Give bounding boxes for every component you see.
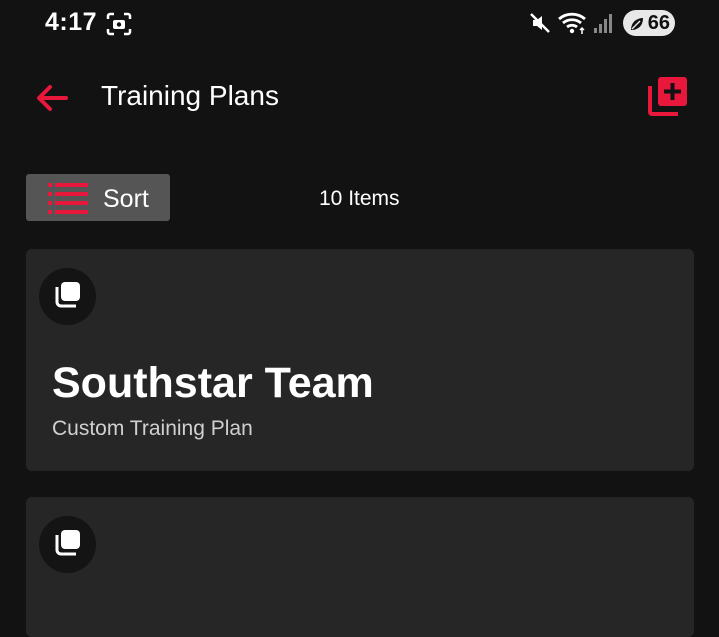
sort-button[interactable]: Sort bbox=[26, 174, 170, 221]
copy-icon bbox=[53, 527, 83, 562]
back-arrow-icon bbox=[32, 85, 72, 122]
status-time: 4:17 bbox=[45, 8, 98, 36]
back-button[interactable] bbox=[32, 78, 72, 118]
plan-card[interactable]: Southstar Team Custom Training Plan bbox=[26, 249, 694, 471]
status-bar: 4:17 66 bbox=[0, 0, 719, 46]
mute-icon bbox=[528, 11, 552, 40]
plan-card[interactable] bbox=[26, 497, 694, 637]
battery-level: 66 bbox=[647, 11, 670, 34]
add-plan-button[interactable] bbox=[646, 74, 690, 118]
app-bar: Training Plans bbox=[0, 60, 719, 135]
wifi-icon bbox=[557, 10, 589, 41]
plan-title: Southstar Team bbox=[52, 359, 374, 407]
plan-subtitle: Custom Training Plan bbox=[52, 417, 253, 440]
sort-label: Sort bbox=[103, 185, 149, 213]
sort-list-icon bbox=[48, 182, 88, 219]
copy-icon bbox=[53, 279, 83, 314]
items-count: 10 Items bbox=[319, 187, 400, 210]
add-library-icon bbox=[646, 77, 690, 122]
plan-icon-badge bbox=[39, 268, 96, 325]
page-title: Training Plans bbox=[101, 80, 279, 111]
battery-indicator: 66 bbox=[623, 10, 675, 36]
screenshot-icon bbox=[106, 12, 132, 41]
battery-saver-icon bbox=[629, 15, 645, 38]
plan-icon-badge bbox=[39, 516, 96, 573]
signal-icon bbox=[592, 12, 614, 39]
